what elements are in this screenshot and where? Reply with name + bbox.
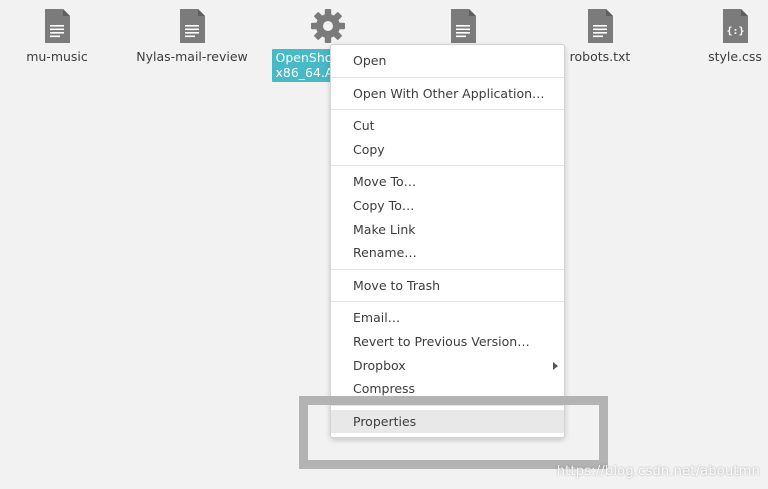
menu-item-make-link[interactable]: Make Link bbox=[331, 218, 564, 242]
text-file-icon bbox=[178, 8, 206, 44]
file-name: robots.txt bbox=[569, 49, 631, 64]
file-item[interactable]: mu-music bbox=[0, 8, 122, 64]
menu-separator bbox=[331, 404, 564, 406]
menu-item-copy-to[interactable]: Copy To… bbox=[331, 194, 564, 218]
menu-item-label: Dropbox bbox=[353, 357, 406, 373]
menu-separator bbox=[331, 76, 564, 78]
svg-text:{:}: {:} bbox=[726, 26, 744, 37]
menu-item-open-with[interactable]: Open With Other Application… bbox=[331, 82, 564, 106]
file-item[interactable] bbox=[398, 8, 528, 49]
menu-item-open[interactable]: Open bbox=[331, 49, 564, 73]
menu-item-cut[interactable]: Cut bbox=[331, 114, 564, 138]
menu-item-dropbox[interactable]: Dropbox bbox=[331, 354, 564, 378]
watermark: https://blog.csdn.net/aboutmn bbox=[556, 464, 760, 479]
submenu-arrow-icon bbox=[553, 361, 558, 370]
text-file-icon bbox=[449, 8, 477, 44]
menu-separator bbox=[331, 268, 564, 270]
file-name: Nylas-mail-review bbox=[136, 49, 248, 64]
context-menu: Open Open With Other Application… Cut Co… bbox=[330, 44, 565, 439]
menu-separator bbox=[331, 109, 564, 111]
text-file-icon bbox=[586, 8, 614, 44]
menu-item-move-to-trash[interactable]: Move to Trash bbox=[331, 274, 564, 298]
menu-item-rename[interactable]: Rename… bbox=[331, 241, 564, 265]
file-name: style.css bbox=[708, 49, 762, 64]
menu-item-email[interactable]: Email… bbox=[331, 306, 564, 330]
file-name: mu-music bbox=[26, 49, 88, 64]
menu-item-compress[interactable]: Compress bbox=[331, 377, 564, 401]
file-item[interactable]: Nylas-mail-review bbox=[127, 8, 257, 64]
css-file-icon: {:} bbox=[721, 8, 749, 44]
menu-separator bbox=[331, 165, 564, 167]
menu-separator bbox=[331, 301, 564, 303]
menu-item-properties[interactable]: Properties bbox=[331, 409, 564, 434]
menu-item-copy[interactable]: Copy bbox=[331, 138, 564, 162]
file-item[interactable]: {:} style.css bbox=[670, 8, 768, 64]
menu-item-revert[interactable]: Revert to Previous Version… bbox=[331, 330, 564, 354]
menu-item-move-to[interactable]: Move To… bbox=[331, 170, 564, 194]
gear-icon bbox=[310, 8, 346, 44]
text-file-icon bbox=[43, 8, 71, 44]
